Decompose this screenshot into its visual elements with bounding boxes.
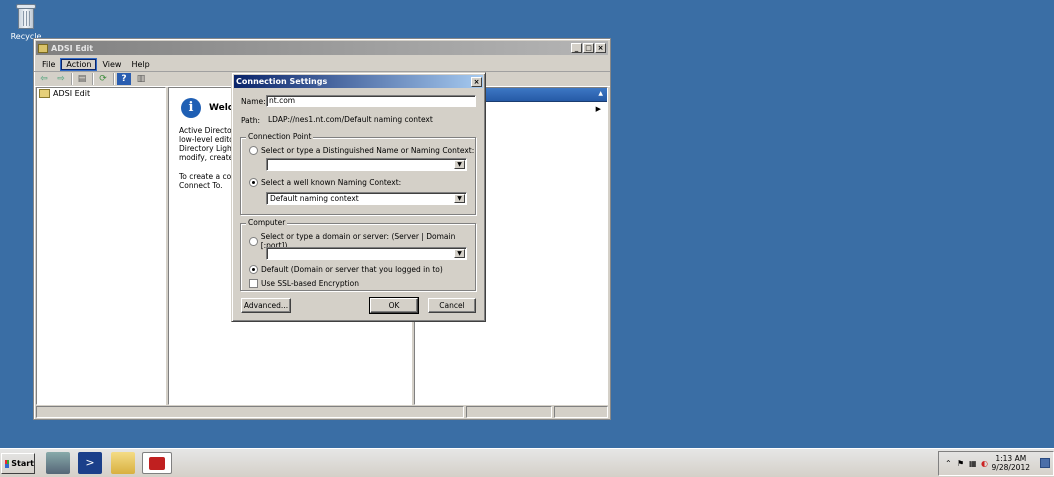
menu-bar: File Action View Help — [34, 57, 610, 71]
menu-help[interactable]: Help — [127, 60, 153, 69]
cancel-button[interactable]: Cancel — [428, 298, 476, 313]
dialog-title: Connection Settings — [236, 77, 328, 86]
adsi-node-icon — [39, 89, 50, 98]
maximize-button[interactable]: □ — [583, 43, 594, 53]
default-server-label[interactable]: Default (Domain or server that you logge… — [261, 265, 443, 274]
adsi-edit-taskbar-button[interactable] — [142, 452, 172, 474]
advanced-button[interactable]: Advanced... — [241, 298, 291, 313]
window-title: ADSI Edit — [51, 43, 94, 53]
info-icon: i — [181, 98, 201, 118]
clock-time: 1:13 AM — [995, 454, 1027, 463]
clock-date: 9/28/2012 — [991, 463, 1030, 472]
dialog-close-button[interactable]: × — [471, 76, 482, 87]
computer-label: Computer — [246, 218, 288, 227]
back-arrow-icon[interactable]: ⇦ — [37, 73, 51, 85]
status-bar — [36, 406, 608, 418]
chevron-down-icon[interactable]: ▼ — [454, 249, 465, 258]
ssl-checkbox-label[interactable]: Use SSL-based Encryption — [261, 279, 359, 288]
forward-arrow-icon[interactable]: ⇨ — [54, 73, 68, 85]
connection-settings-dialog: Connection Settings × Name: nt.com Path:… — [231, 72, 486, 322]
powershell-icon[interactable]: > — [78, 452, 102, 474]
path-label: Path: — [241, 115, 261, 125]
recycle-bin-icon[interactable]: Recycle — [4, 4, 48, 41]
path-value: LDAP://nes1.nt.com/Default naming contex… — [268, 115, 433, 124]
windows-flag-icon — [5, 459, 10, 468]
tree-item-label: ADSI Edit — [53, 89, 91, 98]
show-desktop-icon[interactable] — [1040, 458, 1050, 468]
network-icon[interactable]: ▦ — [969, 459, 977, 468]
menu-file[interactable]: File — [38, 60, 59, 69]
menu-action[interactable]: Action — [60, 57, 98, 71]
explorer-folder-icon[interactable] — [111, 452, 135, 474]
name-input[interactable]: nt.com — [266, 95, 476, 107]
dialog-titlebar[interactable]: Connection Settings × — [234, 75, 483, 88]
connection-point-group: Connection Point Select or type a Distin… — [240, 132, 476, 215]
minimize-button[interactable]: _ — [571, 43, 582, 53]
dn-radio[interactable] — [249, 146, 258, 155]
known-context-radio[interactable] — [249, 178, 258, 187]
name-label: Name: — [241, 96, 266, 106]
start-button[interactable]: Start — [1, 453, 35, 474]
naming-context-combobox[interactable]: Default naming context ▼ — [266, 192, 467, 205]
action-center-flag-icon[interactable]: ⚑ — [957, 459, 965, 468]
volume-icon[interactable]: ◐ — [981, 459, 989, 468]
dn-combobox[interactable]: ▼ — [266, 158, 467, 171]
computer-group: Computer Select or type a domain or serv… — [240, 218, 476, 291]
server-combobox[interactable]: ▼ — [266, 247, 467, 260]
menu-view[interactable]: View — [98, 60, 125, 69]
tree-pane[interactable]: ADSI Edit — [36, 87, 166, 405]
ok-button[interactable]: OK — [369, 297, 419, 314]
dn-radio-label[interactable]: Select or type a Distinguished Name or N… — [261, 146, 474, 155]
server-radio[interactable] — [249, 236, 258, 246]
connection-point-label: Connection Point — [246, 132, 314, 141]
show-hide-tree-icon[interactable]: ▤ — [75, 73, 89, 85]
show-action-pane-icon[interactable]: ▥ — [134, 73, 148, 85]
refresh-icon[interactable]: ⟳ — [96, 73, 110, 85]
help-icon[interactable]: ? — [117, 73, 131, 85]
window-titlebar[interactable]: ADSI Edit _ □ × — [36, 41, 608, 55]
ssl-checkbox[interactable] — [249, 279, 258, 288]
show-hidden-icons-icon[interactable]: ⌃ — [945, 459, 953, 468]
adsi-app-icon — [38, 43, 48, 53]
toolbox-icon — [149, 457, 165, 470]
clock[interactable]: 1:13 AM 9/28/2012 — [992, 454, 1030, 472]
chevron-down-icon[interactable]: ▼ — [454, 160, 465, 169]
tree-item-adsi-edit[interactable]: ADSI Edit — [37, 88, 165, 99]
chevron-down-icon[interactable]: ▼ — [454, 194, 465, 203]
trash-icon — [15, 4, 37, 30]
server-manager-icon[interactable] — [46, 452, 70, 474]
expand-arrow-icon[interactable]: ▶ — [596, 105, 601, 113]
close-button[interactable]: × — [595, 43, 606, 53]
default-server-radio[interactable] — [249, 265, 258, 274]
taskbar: Start > ⌃ ⚑ ▦ ◐ 1:13 AM 9/28/2012 — [0, 448, 1054, 477]
known-context-label[interactable]: Select a well known Naming Context: — [261, 178, 401, 187]
